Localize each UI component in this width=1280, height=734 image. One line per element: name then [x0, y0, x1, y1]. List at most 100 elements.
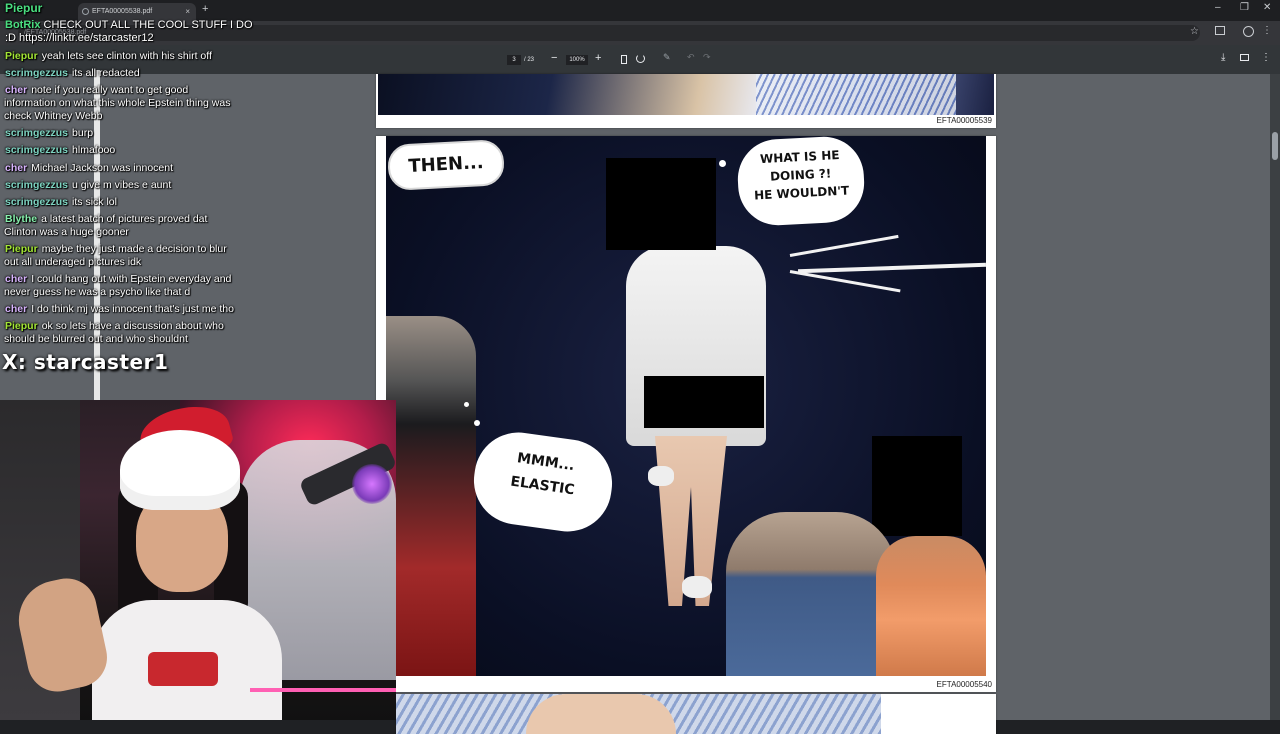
- chat-message: its sick lol: [72, 196, 117, 208]
- pdf-scrollbar[interactable]: [1270, 74, 1280, 720]
- zoom-out-icon[interactable]: −: [551, 52, 557, 64]
- chat-line: Piepur ok so lets have a discussion about…: [4, 320, 224, 346]
- stream-chat-overlay: Piepur BotRix CHECK OUT ALL THE COOL STU…: [0, 0, 386, 400]
- webcam-mic: [352, 464, 392, 504]
- chat-username: Piepur: [5, 320, 38, 333]
- thought-dot: [474, 420, 480, 426]
- chat-line: cher I could hang out with Epstein everyd…: [4, 273, 232, 299]
- page-collage-image: THEN... WHAT IS HE DOING ?! HE WOULDN'T …: [386, 136, 986, 676]
- restore-icon[interactable]: ❐: [1240, 2, 1249, 13]
- chat-message: yeah lets see clinton with his shirt off: [41, 50, 212, 62]
- chat-username: cher: [5, 161, 28, 174]
- redaction-box: [644, 376, 764, 428]
- streamer-webcam: [0, 400, 396, 720]
- arrow-head: [789, 270, 901, 293]
- chat-username: scrimgezzus: [5, 196, 69, 208]
- chat-line: scrimgezzus its sick lol: [5, 196, 117, 209]
- collage-person-left: [386, 316, 476, 676]
- chat-line: scrimgezzus its all redacted: [5, 67, 140, 80]
- page-total: / 23: [524, 57, 535, 63]
- chat-username: Piepur: [5, 243, 38, 256]
- chat-username: scrimgezzus: [5, 67, 69, 80]
- chat-message: u give m vibes e aunt: [72, 178, 172, 191]
- chat-username: Blythe: [5, 213, 38, 226]
- chat-line: scrimgezzus u give m vibes e aunt: [5, 179, 171, 192]
- chat-message: note if you really want to get good: [31, 84, 189, 97]
- chat-username: scrimgezzus: [5, 178, 69, 191]
- page-photo-detail: [756, 74, 956, 115]
- collage-person-right: [726, 512, 896, 676]
- bubble-text: ELASTIC: [509, 473, 576, 499]
- collage-shoe: [682, 576, 712, 598]
- chat-message: maybe they just made a decision to blur: [41, 243, 227, 256]
- fit-page-icon[interactable]: [621, 55, 627, 64]
- star-icon[interactable]: ☆: [1190, 26, 1199, 37]
- chat-line: cher note if you really want to get good i…: [4, 84, 231, 122]
- page-photo-detail: [526, 694, 676, 734]
- speech-bubble-then: THEN...: [386, 138, 506, 192]
- chat-message-continued: Clinton was a huge gooner: [4, 225, 129, 238]
- chat-message: a latest batch of pictures proved dat: [41, 213, 208, 226]
- chat-username: BotRix: [5, 19, 41, 31]
- chat-message: burp: [72, 127, 94, 140]
- download-icon[interactable]: ⤓: [1221, 52, 1225, 63]
- collage-shoe: [648, 466, 674, 486]
- page-id-label: EFTA00005540: [936, 680, 992, 689]
- pdf-page-current: THEN... WHAT IS HE DOING ?! HE WOULDN'T …: [376, 136, 996, 692]
- webcam-hat: [120, 430, 240, 510]
- chat-username: cher: [5, 273, 28, 286]
- bubble-text: HE WOULDN'T: [753, 183, 850, 203]
- arrow-shaft: [797, 262, 986, 274]
- redaction-box: [606, 158, 716, 250]
- redaction-box: [872, 436, 962, 536]
- speech-bubble-mmm: MMM... ELASTIC: [468, 426, 618, 538]
- annotate-icon[interactable]: ✎: [663, 52, 671, 63]
- chat-line: Piepur maybe they just made a decision to…: [4, 243, 227, 269]
- undo-icon[interactable]: ↶: [687, 52, 695, 63]
- chat-line: Piepur yeah lets see clinton with his shi…: [5, 50, 212, 63]
- pdf-page: EFTA00005539: [376, 74, 996, 128]
- webcam-shirt-print: [148, 652, 218, 686]
- scroll-thumb[interactable]: [1272, 132, 1278, 160]
- chat-message-continued: never guess he was a psycho like that d: [4, 285, 191, 298]
- arrow-head: [789, 234, 899, 257]
- chat-bot-message: BotRix CHECK OUT ALL THE COOL STUFF I DO…: [5, 19, 253, 45]
- minimize-icon[interactable]: –: [1215, 2, 1221, 13]
- more-icon[interactable]: ⋮: [1261, 52, 1271, 63]
- chat-message: CHECK OUT ALL THE COOL STUFF I DO: [43, 19, 253, 31]
- menu-icon[interactable]: ⋮: [1262, 25, 1272, 36]
- chat-line: Blythe a latest batch of pictures proved …: [4, 213, 208, 239]
- zoom-in-icon[interactable]: +: [595, 52, 601, 64]
- bubble-text: MMM...: [516, 450, 576, 475]
- close-window-icon[interactable]: ✕: [1263, 2, 1271, 13]
- collage-person-far-right: [876, 536, 986, 676]
- zoom-input[interactable]: 100%: [566, 55, 588, 65]
- chat-line: Piepur: [5, 2, 46, 15]
- print-icon[interactable]: [1240, 54, 1249, 61]
- chat-username: Piepur: [5, 50, 38, 62]
- chat-message: I do think mj was innocent that's just m…: [31, 303, 234, 316]
- chat-line: scrimgezzus hlmafooo: [5, 144, 115, 157]
- chat-message: its all redacted: [72, 67, 140, 80]
- chat-username: Piepur: [5, 1, 43, 15]
- redo-icon[interactable]: ↷: [703, 52, 711, 63]
- chat-username: scrimgezzus: [5, 144, 69, 157]
- chat-username: scrimgezzus: [5, 127, 69, 140]
- rotate-icon[interactable]: [636, 54, 645, 63]
- chat-message: Michael Jackson was innocent: [31, 161, 174, 174]
- chat-line: cher I do think mj was innocent that's ju…: [5, 303, 234, 316]
- extension-icon[interactable]: [1215, 26, 1225, 35]
- chat-username: cher: [5, 84, 28, 97]
- chat-line: scrimgezzus burp: [5, 127, 93, 140]
- page-number-input[interactable]: 3: [507, 55, 521, 65]
- chat-link: :D https://linktr.ee/starcaster12: [5, 32, 154, 44]
- profile-icon[interactable]: [1243, 26, 1254, 37]
- chat-message: I could hang out with Epstein everyday a…: [31, 273, 232, 286]
- chat-message-continued: should be blurred out and who shouldnt: [4, 333, 188, 346]
- page-id-label: EFTA00005539: [936, 116, 992, 125]
- chat-message: ok so lets have a discussion about who: [41, 320, 224, 333]
- chat-message-continued: information on what this whole Epstein t…: [4, 97, 231, 110]
- thought-dot: [464, 402, 469, 407]
- chat-message: hlmafooo: [72, 144, 116, 157]
- pdf-page: [396, 694, 996, 734]
